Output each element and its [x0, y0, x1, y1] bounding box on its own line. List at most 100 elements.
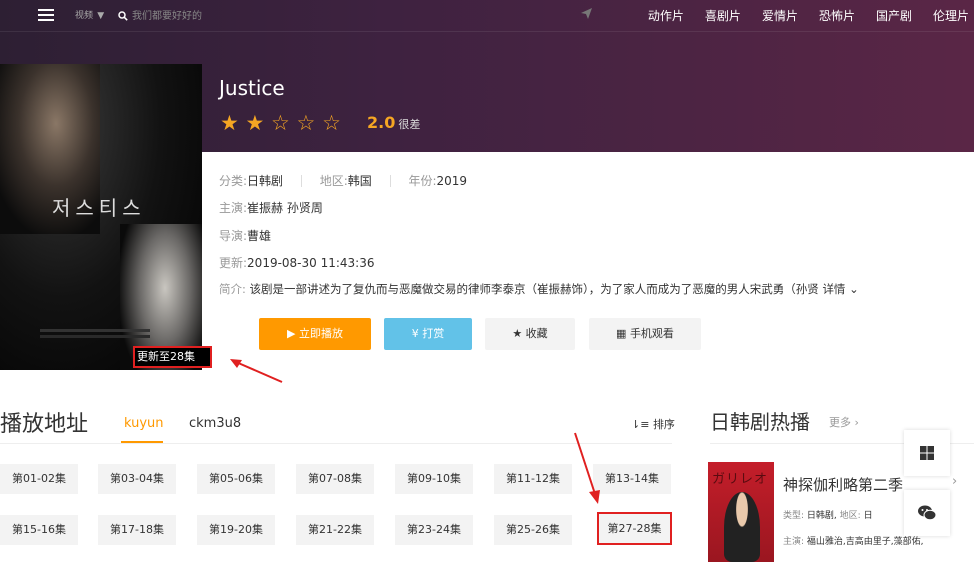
nav-video-label: 视频	[75, 11, 94, 21]
nav-category[interactable]: 恐怖片	[819, 7, 855, 24]
top-nav-bar: 视频 ▼ 我们都要好好的 动作片 喜剧片 爱情片 恐怖片 国产剧 伦理片	[0, 0, 974, 32]
updated-row: 更新:2019-08-30 11:43:36	[219, 254, 375, 271]
star-icon: ★	[245, 111, 265, 135]
annotation-arrow	[574, 432, 600, 504]
star-icon: ☆	[271, 111, 290, 135]
episode-button[interactable]: 第25-26集	[494, 515, 572, 545]
windows-app-button[interactable]	[904, 430, 950, 476]
updated-value: 2019-08-30 11:43:36	[247, 256, 375, 270]
episode-button[interactable]: 第21-22集	[296, 515, 374, 545]
region-label: 地区:	[319, 174, 348, 188]
sidebar-item-type: 类型: 日韩剧, 地区: 日	[783, 508, 873, 521]
sort-icon: ⇂≡	[631, 418, 653, 431]
send-icon[interactable]	[580, 7, 593, 20]
episode-button[interactable]: 第09-10集	[395, 464, 473, 494]
director-label: 导演:	[219, 229, 248, 243]
type-label: 类型:	[783, 511, 805, 521]
nav-category[interactable]: 国产剧	[876, 7, 912, 24]
sidebar-item-cast: 主演: 福山雅治,吉高由里子,藻部佑,	[783, 534, 924, 547]
synopsis-label: 简介:	[219, 282, 246, 296]
sidebar-title: 日韩剧热播	[710, 410, 810, 434]
sidebar-more-link[interactable]: 更多 ›	[829, 414, 859, 430]
search-input[interactable]: 我们都要好好的	[118, 7, 202, 22]
synopsis-row: 简介: 该剧是一部讲述为了复仇而与恶魔做交易的律师李泰京（崔振赫饰），为了家人而…	[219, 281, 974, 297]
rating-text: 很差	[398, 118, 421, 131]
qrcode-icon: ▦	[616, 327, 630, 340]
episode-button[interactable]: 第11-12集	[494, 464, 572, 494]
poster-credits	[40, 329, 150, 332]
meta-row: 分类:日韩剧 地区:韩国 年份:2019	[219, 172, 467, 189]
star-icon: ☆	[296, 111, 316, 135]
sidebar-more-label: 更多	[829, 416, 851, 429]
separator	[300, 175, 302, 187]
episode-button[interactable]: 第05-06集	[197, 464, 275, 494]
region-value[interactable]: 日	[864, 511, 873, 521]
synopsis-text: 该剧是一部讲述为了复仇而与恶魔做交易的律师李泰京（崔振赫饰），为了家人而成为了恶…	[249, 282, 819, 296]
category-nav: 动作片 喜剧片 爱情片 恐怖片 国产剧 伦理片	[648, 7, 974, 24]
type-value[interactable]: 日韩剧,	[807, 511, 837, 521]
chevron-right-icon[interactable]: ›	[952, 474, 957, 489]
year-label: 年份:	[408, 174, 437, 188]
star-rating: ★ ★ ☆ ☆ ☆	[220, 112, 341, 134]
nav-video-dropdown[interactable]: 视频 ▼	[75, 7, 104, 21]
update-badge: 更新至28集	[133, 346, 212, 368]
region-label: 地区:	[839, 511, 861, 521]
mobile-watch-label: 手机观看	[629, 327, 674, 340]
director-value[interactable]: 曹雄	[247, 229, 271, 243]
favorite-button[interactable]: ★ 收藏	[485, 318, 575, 350]
star-icon: ★	[220, 111, 239, 135]
episode-button[interactable]: 第19-20集	[197, 515, 275, 545]
chevron-down-icon[interactable]: ⌄	[845, 282, 859, 296]
poster-figure	[724, 492, 760, 562]
tab-ckm3u8[interactable]: ckm3u8	[189, 416, 241, 431]
synopsis-more-link[interactable]: 详情	[822, 282, 845, 296]
poster-title: 저스티스	[52, 196, 146, 220]
sidebar-item-title[interactable]: 神探伽利略第二季	[783, 474, 903, 495]
tab-kuyun[interactable]: kuyun	[124, 416, 164, 431]
nav-category[interactable]: 伦理片	[933, 7, 969, 24]
star-icon: ☆	[322, 111, 341, 135]
separator	[389, 175, 391, 187]
cast-label: 主演:	[783, 537, 805, 547]
category-label: 分类:	[219, 174, 248, 188]
movie-poster[interactable]: 저스티스	[0, 64, 202, 370]
chevron-down-icon: ▼	[97, 11, 105, 21]
playlist-title: 播放地址	[0, 412, 89, 437]
search-placeholder: 我们都要好好的	[132, 11, 202, 22]
cast-value[interactable]: 福山雅治,吉高由里子,藻部佑,	[807, 537, 924, 547]
region-value[interactable]: 韩国	[348, 174, 372, 188]
sidebar-poster-text: ガリレオ	[712, 472, 769, 487]
page-title: Justice	[219, 76, 285, 100]
nav-category[interactable]: 动作片	[648, 7, 684, 24]
score: 2.0 很差	[367, 113, 420, 132]
year-value[interactable]: 2019	[436, 174, 467, 188]
category-value[interactable]: 日韩剧	[247, 174, 283, 188]
episode-button[interactable]: 第07-08集	[296, 464, 374, 494]
nav-category[interactable]: 喜剧片	[705, 7, 741, 24]
score-value: 2.0	[367, 113, 396, 132]
episode-button-latest[interactable]: 第27-28集	[597, 512, 672, 545]
nav-category[interactable]: 爱情片	[762, 7, 798, 24]
tip-button[interactable]: ¥ 打赏	[384, 318, 472, 350]
director-row: 导演:曹雄	[219, 227, 271, 244]
episode-button[interactable]: 第01-02集	[0, 464, 78, 494]
episode-button[interactable]: 第03-04集	[98, 464, 176, 494]
mobile-watch-button[interactable]: ▦ 手机观看	[589, 318, 701, 350]
cast-value[interactable]: 崔振赫 孙贤周	[247, 201, 323, 215]
menu-icon[interactable]	[38, 9, 54, 21]
updated-label: 更新:	[219, 256, 248, 270]
cast-row: 主演:崔振赫 孙贤周	[219, 199, 323, 216]
episode-button[interactable]: 第23-24集	[395, 515, 473, 545]
cast-label: 主演:	[219, 201, 248, 215]
play-button[interactable]: ▶ 立即播放	[259, 318, 371, 350]
wechat-button[interactable]	[904, 490, 950, 536]
episode-button[interactable]: 第13-14集	[593, 464, 671, 494]
annotation-arrow	[230, 359, 283, 383]
episode-button[interactable]: 第17-18集	[98, 515, 176, 545]
sidebar-poster[interactable]: ガリレオ	[708, 462, 774, 562]
wechat-icon	[918, 505, 937, 521]
sort-button[interactable]: ⇂≡ 排序	[631, 416, 675, 432]
sort-label: 排序	[652, 418, 675, 431]
windows-icon	[920, 446, 934, 460]
episode-button[interactable]: 第15-16集	[0, 515, 78, 545]
